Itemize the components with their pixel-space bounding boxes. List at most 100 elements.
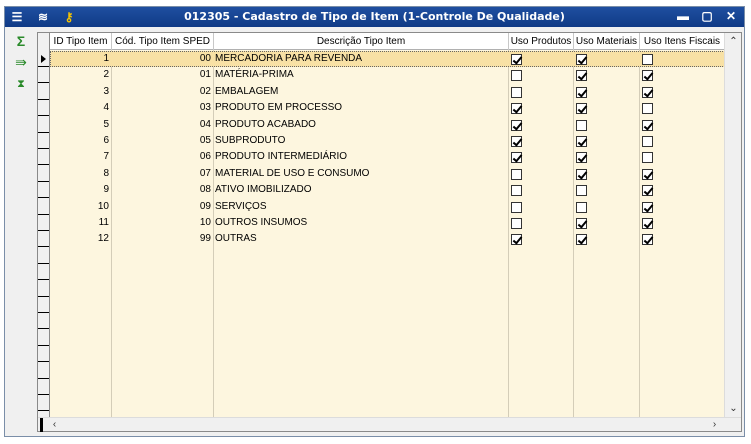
prod-checkbox[interactable] (511, 119, 522, 131)
row-indicator[interactable] (38, 379, 49, 395)
cell-id[interactable]: 7 (50, 149, 112, 165)
cell-desc[interactable]: EMBALAGEM (214, 84, 509, 100)
mat-checkbox[interactable] (576, 201, 587, 213)
row-indicator[interactable] (38, 51, 49, 67)
fisc-checkbox[interactable] (642, 103, 653, 115)
fisc-checkbox[interactable] (642, 185, 653, 197)
cell-id[interactable]: 5 (50, 117, 112, 133)
scroll-left-icon[interactable]: ‹ (46, 418, 63, 432)
fisc-checkbox[interactable] (642, 168, 653, 180)
cell-id[interactable]: 2 (50, 67, 112, 83)
cell-sped[interactable]: 04 (112, 117, 214, 133)
cell-id[interactable]: 8 (50, 166, 112, 182)
cell-sped[interactable]: 02 (112, 84, 214, 100)
minimize-button[interactable]: ▬ (674, 8, 692, 25)
go-last-icon[interactable]: ⧗ (12, 76, 30, 92)
cell-desc[interactable]: MATERIAL DE USO E CONSUMO (214, 166, 509, 182)
row-indicator[interactable] (38, 395, 49, 412)
cell-sped[interactable]: 00 (112, 51, 214, 67)
row-indicator[interactable] (38, 199, 49, 215)
cell-id[interactable]: 3 (50, 84, 112, 100)
fisc-checkbox[interactable] (642, 70, 653, 82)
prod-checkbox[interactable] (511, 218, 522, 229)
row-indicator[interactable] (38, 182, 49, 199)
row-indicator[interactable] (38, 363, 49, 379)
prod-checkbox[interactable] (511, 152, 522, 164)
table-row[interactable]: 11 10 OUTROS INSUMOS (50, 215, 725, 231)
sum-icon[interactable]: Σ (12, 33, 30, 49)
table-row[interactable]: 3 02 EMBALAGEM (50, 84, 725, 100)
table-row[interactable]: 6 05 SUBPRODUTO (50, 133, 725, 149)
column-header-id-tipo-item[interactable]: ID Tipo Item (50, 33, 112, 50)
cell-sped[interactable]: 05 (112, 133, 214, 149)
cell-desc[interactable]: SERVIÇOS (214, 199, 509, 215)
row-indicator[interactable] (38, 215, 49, 231)
row-indicator[interactable] (38, 313, 49, 330)
mat-checkbox[interactable] (576, 234, 587, 246)
cell-desc[interactable]: OUTRAS (214, 231, 509, 247)
table-row[interactable]: 8 07 MATERIAL DE USO E CONSUMO (50, 166, 725, 182)
cell-sped[interactable]: 99 (112, 231, 214, 247)
cell-sped[interactable]: 01 (112, 67, 214, 83)
table-row[interactable]: 1 00 MERCADORIA PARA REVENDA (50, 51, 725, 67)
row-indicator[interactable] (38, 133, 49, 149)
cell-desc[interactable]: OUTROS INSUMOS (214, 215, 509, 231)
mat-checkbox[interactable] (576, 218, 587, 229)
prod-checkbox[interactable] (511, 103, 522, 115)
close-button[interactable]: ✕ (722, 8, 740, 25)
prod-checkbox[interactable] (511, 86, 522, 98)
cell-desc[interactable]: ATIVO IMOBILIZADO (214, 182, 509, 198)
table-row[interactable]: 4 03 PRODUTO EM PROCESSO (50, 100, 725, 116)
prod-checkbox[interactable] (511, 234, 522, 246)
row-indicator[interactable] (38, 149, 49, 166)
cell-desc[interactable]: PRODUTO ACABADO (214, 117, 509, 133)
cell-id[interactable]: 10 (50, 199, 112, 215)
cell-desc[interactable]: PRODUTO INTERMEDIÁRIO (214, 149, 509, 165)
cell-sped[interactable]: 09 (112, 199, 214, 215)
row-indicator[interactable] (38, 264, 49, 281)
prod-checkbox[interactable] (511, 201, 522, 213)
cell-id[interactable]: 6 (50, 133, 112, 149)
prod-checkbox[interactable] (511, 70, 522, 82)
table-row[interactable]: 5 04 PRODUTO ACABADO (50, 117, 725, 133)
row-indicator[interactable] (38, 166, 49, 182)
cell-sped[interactable]: 03 (112, 100, 214, 116)
cell-id[interactable]: 9 (50, 182, 112, 198)
maximize-button[interactable]: ▢ (698, 8, 716, 25)
fisc-checkbox[interactable] (642, 86, 653, 98)
cell-sped[interactable]: 10 (112, 215, 214, 231)
horizontal-scrollbar[interactable]: ‹ › (38, 417, 741, 432)
table-row[interactable]: 10 09 SERVIÇOS (50, 199, 725, 215)
fisc-checkbox[interactable] (642, 54, 653, 65)
cell-desc[interactable]: SUBPRODUTO (214, 133, 509, 149)
row-indicator[interactable] (38, 330, 49, 346)
column-header-descricao-tipo-item[interactable]: Descrição Tipo Item (214, 33, 509, 50)
cell-id[interactable]: 1 (50, 51, 112, 67)
mat-checkbox[interactable] (576, 185, 587, 197)
prod-checkbox[interactable] (511, 185, 522, 197)
row-indicator[interactable] (38, 67, 49, 84)
fisc-checkbox[interactable] (642, 234, 653, 246)
row-indicator[interactable] (38, 84, 49, 100)
mat-checkbox[interactable] (576, 103, 587, 115)
mat-checkbox[interactable] (576, 54, 587, 65)
cell-id[interactable]: 4 (50, 100, 112, 116)
row-indicator[interactable] (38, 281, 49, 297)
scroll-down-icon[interactable]: ⌄ (725, 400, 742, 417)
prod-checkbox[interactable] (511, 136, 522, 147)
row-indicator[interactable] (38, 297, 49, 313)
mat-checkbox[interactable] (576, 168, 587, 180)
cell-sped[interactable]: 06 (112, 149, 214, 165)
table-row[interactable]: 12 99 OUTRAS (50, 231, 725, 247)
mat-checkbox[interactable] (576, 86, 587, 98)
mat-checkbox[interactable] (576, 152, 587, 164)
column-header-cod-tipo-item-sped[interactable]: Cód. Tipo Item SPED (112, 33, 214, 50)
scroll-up-icon[interactable]: ⌃ (725, 33, 742, 50)
column-header-uso-itens-fiscais[interactable]: Uso Itens Fiscais (640, 33, 725, 50)
column-header-uso-produtos[interactable]: Uso Produtos (509, 33, 574, 50)
table-row[interactable]: 2 01 MATÉRIA-PRIMA (50, 67, 725, 83)
fisc-checkbox[interactable] (642, 119, 653, 131)
mat-checkbox[interactable] (576, 70, 587, 82)
prod-checkbox[interactable] (511, 54, 522, 65)
fisc-checkbox[interactable] (642, 201, 653, 213)
